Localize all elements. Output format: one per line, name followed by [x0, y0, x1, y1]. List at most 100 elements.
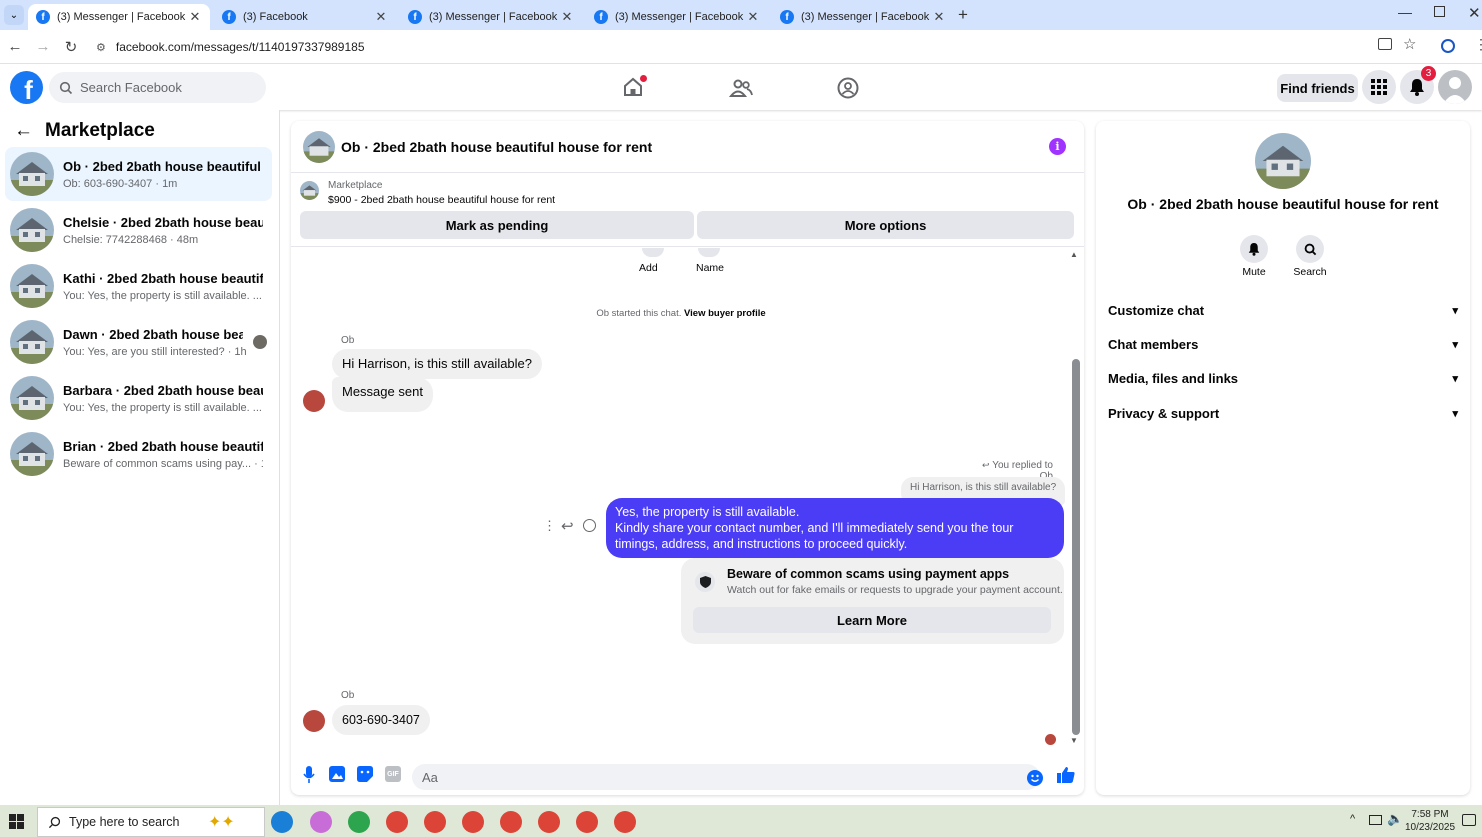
listing-thumbnail: [10, 432, 54, 476]
conversation-item[interactable]: Ob · 2bed 2bath house beautiful h... Ob: …: [5, 147, 272, 201]
sidebar-header: ← Marketplace: [14, 120, 155, 142]
chrome-icon[interactable]: [576, 811, 598, 833]
tab-search-button[interactable]: ⌄: [4, 5, 24, 25]
snipping-tool-icon[interactable]: [310, 811, 332, 833]
conversation-item[interactable]: Kathi · 2bed 2bath house beautiful... You…: [5, 259, 272, 313]
chat-avatar[interactable]: [303, 130, 335, 163]
chat-members-section[interactable]: Chat members ▾: [1108, 329, 1458, 359]
clock[interactable]: 7:58 PM 10/23/2025: [1404, 808, 1456, 834]
conversation-item[interactable]: Chelsie · 2bed 2bath house beautif... Che…: [5, 203, 272, 257]
restore-icon[interactable]: [1434, 6, 1445, 17]
back-arrow-icon[interactable]: ←: [14, 120, 33, 142]
incoming-message[interactable]: Hi Harrison, is this still available?: [332, 349, 543, 379]
media-files-links-section[interactable]: Media, files and links ▾: [1108, 363, 1458, 393]
url-field[interactable]: ⚙ facebook.com/messages/t/11401973379891…: [90, 34, 1400, 60]
minimize-icon[interactable]: —: [1398, 4, 1412, 20]
close-tab-icon[interactable]: ✕: [560, 9, 574, 25]
customize-chat-section[interactable]: Customize chat ▾: [1108, 295, 1458, 325]
install-app-icon[interactable]: [1378, 38, 1392, 50]
learn-more-button[interactable]: Learn More: [693, 607, 1051, 633]
notifications-button[interactable]: 3: [1400, 66, 1436, 104]
browser-tab-2[interactable]: f (3) Facebook ✕: [214, 4, 396, 30]
react-emoji-icon[interactable]: [583, 519, 596, 532]
bookmark-star-icon[interactable]: ☆: [1403, 35, 1416, 53]
new-tab-icon[interactable]: +: [958, 5, 968, 25]
chrome-icon[interactable]: [614, 811, 636, 833]
listing-title[interactable]: $900 - 2bed 2bath house beautiful house …: [328, 194, 555, 206]
conversation-preview: You: Yes, are you still interested? · 1h: [63, 345, 247, 358]
sticker-icon[interactable]: [357, 766, 373, 782]
chat-title[interactable]: Ob · 2bed 2bath house beautiful house fo…: [341, 139, 652, 155]
back-icon[interactable]: ←: [6, 38, 24, 55]
edge-icon[interactable]: [271, 811, 293, 833]
photo-icon[interactable]: [329, 766, 345, 782]
chat-header: Ob · 2bed 2bath house beautiful house fo…: [291, 121, 1084, 173]
network-icon[interactable]: [1369, 815, 1382, 825]
conversation-item[interactable]: Dawn · 2bed 2bath house beaut... You: Yes…: [5, 315, 272, 369]
profile-icon[interactable]: [1441, 39, 1455, 53]
facebook-search-input[interactable]: Search Facebook: [49, 72, 266, 103]
find-friends-button[interactable]: Find friends: [1277, 74, 1358, 102]
home-nav[interactable]: [620, 74, 648, 102]
chrome-icon[interactable]: [500, 811, 522, 833]
browser-menu-icon[interactable]: ⋮: [1474, 36, 1482, 53]
outgoing-message[interactable]: Yes, the property is still available. Ki…: [606, 498, 1064, 558]
browser-tab-5[interactable]: f (3) Messenger | Facebook ✕: [772, 4, 954, 30]
chrome-icon[interactable]: [424, 811, 446, 833]
chat-scrollbar-thumb[interactable]: [1072, 359, 1080, 735]
mute-button[interactable]: [1240, 235, 1268, 263]
conversation-item[interactable]: Barbara · 2bed 2bath house beauti... You:…: [5, 371, 272, 425]
account-avatar[interactable]: [1438, 70, 1472, 104]
friends-nav[interactable]: [728, 75, 754, 101]
scroll-down-arrow[interactable]: ▼: [1070, 736, 1078, 745]
sender-avatar[interactable]: [303, 390, 325, 412]
site-info-icon[interactable]: ⚙: [96, 41, 106, 54]
close-tab-icon[interactable]: ✕: [746, 9, 760, 25]
windows-start-icon[interactable]: [9, 814, 24, 829]
privacy-support-section[interactable]: Privacy & support ▾: [1108, 398, 1458, 428]
close-window-icon[interactable]: ✕: [1468, 4, 1481, 22]
browser-tab-3[interactable]: f (3) Messenger | Facebook ✕: [400, 4, 582, 30]
facebook-logo[interactable]: f: [10, 71, 43, 104]
section-label: Chat members: [1108, 336, 1199, 352]
edit-name-icon[interactable]: [698, 248, 720, 257]
taskbar-search-input[interactable]: Type here to search ✦✦: [37, 807, 265, 837]
notification-center-icon[interactable]: [1462, 814, 1476, 826]
chrome-icon[interactable]: [538, 811, 560, 833]
close-tab-icon[interactable]: ✕: [932, 9, 946, 25]
listing-source: Marketplace: [328, 180, 383, 191]
scroll-up-arrow[interactable]: ▲: [1070, 250, 1078, 259]
browser-tab-4[interactable]: f (3) Messenger | Facebook ✕: [586, 4, 768, 30]
emoji-icon[interactable]: [1027, 770, 1043, 786]
more-actions-icon[interactable]: ⋮: [543, 518, 556, 534]
more-options-button[interactable]: More options: [697, 211, 1074, 239]
close-tab-icon[interactable]: ✕: [188, 9, 202, 25]
close-tab-icon[interactable]: ✕: [374, 9, 388, 25]
browser-tab-1[interactable]: f (3) Messenger | Facebook ✕: [28, 4, 210, 30]
forward-icon[interactable]: →: [34, 38, 52, 55]
reload-icon[interactable]: ↻: [62, 38, 80, 56]
microphone-icon[interactable]: [303, 766, 315, 784]
chrome-icon[interactable]: [386, 811, 408, 833]
listing-avatar[interactable]: [1255, 133, 1311, 189]
volume-icon[interactable]: 🔈: [1387, 811, 1403, 827]
mark-as-pending-button[interactable]: Mark as pending: [300, 211, 694, 239]
thumbs-up-icon[interactable]: [1057, 766, 1075, 784]
gif-icon[interactable]: GIF: [385, 766, 401, 782]
message-input[interactable]: Aa: [412, 764, 1040, 790]
message-input-placeholder: Aa: [422, 769, 438, 785]
search-in-chat-button[interactable]: [1296, 235, 1324, 263]
chrome-icon[interactable]: [462, 811, 484, 833]
tray-chevron-icon[interactable]: ^: [1350, 813, 1355, 825]
info-icon[interactable]: i: [1049, 138, 1066, 155]
menu-button[interactable]: [1362, 70, 1396, 104]
chrome-icon[interactable]: [348, 811, 370, 833]
reply-icon[interactable]: ↩: [561, 517, 574, 535]
conversation-item[interactable]: Brian · 2bed 2bath house beautiful... Bew…: [5, 427, 272, 481]
groups-nav[interactable]: [835, 75, 861, 101]
incoming-message[interactable]: 603-690-3407: [332, 705, 430, 735]
view-buyer-profile-link[interactable]: View buyer profile: [684, 308, 766, 319]
incoming-message[interactable]: Message sent: [332, 377, 433, 412]
sender-avatar[interactable]: [303, 710, 325, 732]
add-icon[interactable]: [642, 248, 664, 257]
